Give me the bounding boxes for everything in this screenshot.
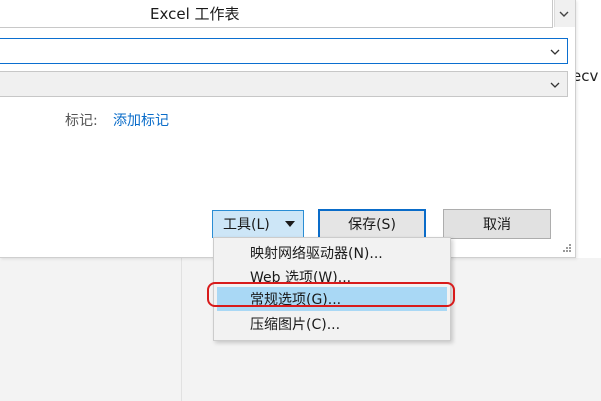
menu-item-label: 映射网络驱动器(N)... bbox=[250, 246, 383, 262]
tools-menu: 映射网络驱动器(N)... Web 选项(W)... 常规选项(G)... 压缩… bbox=[213, 237, 451, 341]
file-type-list[interactable]: Excel 工作表 bbox=[0, 0, 553, 28]
add-tag-link[interactable]: 添加标记 bbox=[113, 110, 169, 130]
menu-item-general-options[interactable]: 常规选项(G)... bbox=[217, 287, 447, 311]
save-as-dialog: Excel 工作表 标记: 添加标记 工具(L) 保存(S) 取消 bbox=[0, 0, 576, 258]
dropdown-caret-icon bbox=[285, 221, 295, 227]
save-button-label: 保存(S) bbox=[348, 217, 396, 233]
cancel-button[interactable]: 取消 bbox=[443, 209, 551, 239]
menu-item-map-network-drive[interactable]: 映射网络驱动器(N)... bbox=[217, 241, 447, 265]
tools-button-label: 工具(L) bbox=[223, 217, 270, 233]
file-type-option[interactable]: Excel 工作表 bbox=[150, 3, 240, 24]
save-type-dropdown[interactable] bbox=[0, 71, 568, 97]
save-as-dialog-screen: ecv Excel 工作表 标记: 添加标记 工具(L) 保存(S) 取消 映射… bbox=[0, 0, 601, 401]
menu-item-label: 常规选项(G)... bbox=[250, 292, 342, 308]
resize-grip-icon[interactable] bbox=[562, 243, 572, 253]
background-divider bbox=[181, 258, 182, 401]
menu-item-compress-pictures[interactable]: 压缩图片(C)... bbox=[217, 312, 447, 336]
tools-button[interactable]: 工具(L) bbox=[212, 210, 304, 238]
chevron-down-icon[interactable] bbox=[549, 46, 561, 58]
chevron-down-icon[interactable] bbox=[549, 79, 561, 91]
filename-field[interactable] bbox=[0, 38, 568, 64]
tags-label: 标记: bbox=[65, 113, 98, 129]
cancel-button-label: 取消 bbox=[483, 217, 511, 233]
save-button[interactable]: 保存(S) bbox=[318, 209, 426, 239]
menu-item-web-options[interactable]: Web 选项(W)... bbox=[217, 265, 447, 289]
menu-item-label: 压缩图片(C)... bbox=[250, 317, 341, 333]
menu-item-label: Web 选项(W)... bbox=[250, 270, 352, 286]
scroll-down-arrow-icon[interactable] bbox=[558, 8, 570, 20]
